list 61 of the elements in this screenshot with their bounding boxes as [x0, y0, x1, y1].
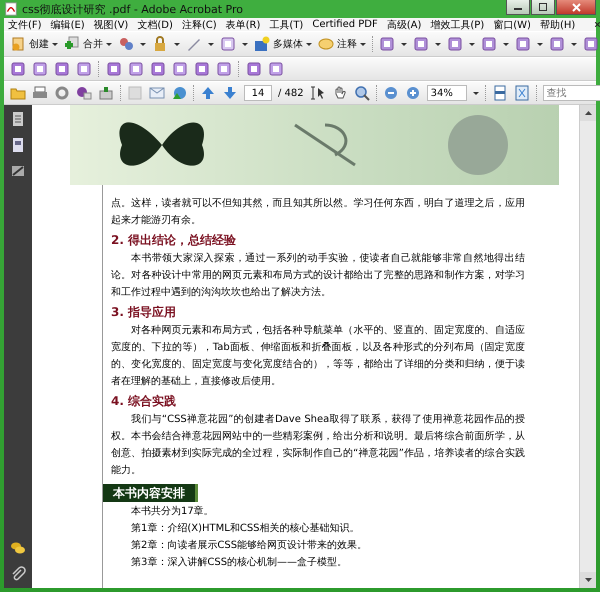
fit-page-icon[interactable] — [514, 85, 530, 101]
menu-item[interactable]: 工具(T) — [269, 18, 304, 32]
zoom-field[interactable]: 34% — [426, 85, 467, 101]
paragraph: 对各种网页元素和布局方式，包括各种导航菜单（水平的、竖直的、固定宽度的、自适应宽度的、下拉的等），Tab面板、伸缩面板和折叠面板，以及各种形式的分列布局（固定宽度的、变化宽度的、固定宽度与变化宽度结合的），等等，都给出了详细的分类和归纳，便于读者在理解的基础上，直接修改后使用。 — [111, 324, 525, 389]
down-triangle-icon — [584, 578, 592, 582]
up-triangle-icon — [584, 111, 592, 115]
zoom-in-icon[interactable] — [404, 85, 421, 101]
up-arrow-icon[interactable] — [200, 85, 216, 101]
form-icon[interactable] — [220, 36, 236, 52]
page-layout-icon[interactable] — [492, 85, 508, 101]
menu-item[interactable]: 帮助(H) — [540, 18, 576, 32]
menu-item[interactable]: 增效工具(P) — [430, 18, 484, 32]
close-button[interactable] — [556, 0, 596, 15]
menu-item[interactable]: Certified PDF — [312, 19, 378, 30]
close-icon[interactable] — [593, 20, 600, 29]
menu-item[interactable]: 注释(C) — [182, 18, 217, 32]
page-number-field[interactable]: 14 — [244, 85, 272, 101]
menu-item[interactable]: 表单(R) — [226, 18, 260, 32]
section-heading: 4. 综合实践 — [111, 393, 178, 409]
section-heading: 2. 得出结论，总结经验 — [111, 232, 238, 248]
toolbar-button[interactable]: 合并 — [64, 36, 112, 52]
document-icon — [10, 36, 26, 52]
lock-icon[interactable] — [152, 36, 168, 52]
zoom-icon[interactable] — [354, 85, 370, 101]
page-total: / 482 — [278, 88, 304, 98]
toolbar-button[interactable]: 注释 — [318, 36, 366, 52]
toolbar-button[interactable]: 多媒体 — [254, 36, 312, 52]
list-line: 本书共分为17章。 — [130, 504, 215, 519]
paragraph: 点。这样，读者就可以不但知其然，而且知其所以然。学习任何东西，明白了道理之后，应用起来才能游刃有余。 — [111, 196, 525, 228]
paragraph: 我们与“CSS禅意花园”的创建者Dave Shea取得了联系，获得了使用禅意花园作品的授权。本书会结合禅意花园网站中的一些精彩案例，给出分析和说明。最后将综合前面所学，从创意、拍摄素材到实际完成的全过程，实际制作自己的“禅意花园”作品，培养读者的综合实践能力。 — [111, 412, 525, 478]
paragraph: 本书带领大家深入探索，通过一系列的动手实验，使读者自己就能够非常自然地得出结论。对各种设计中常用的网页元素和布局方式的设计都给出了完整的思路和制作方案，对学习和工作过程中遇到的沟沟坎坎也给出了解决方法。 — [111, 252, 525, 300]
menu-item[interactable]: 高级(A) — [386, 18, 422, 32]
close-icon — [572, 2, 580, 12]
down-arrow-icon[interactable] — [222, 85, 238, 101]
toolbar-button[interactable]: 创建 — [10, 36, 58, 52]
paperclip-icon[interactable] — [10, 566, 26, 582]
menu-item[interactable]: 视图(V) — [94, 18, 128, 32]
list-line: 第3章：深入讲解CSS的核心机制——盒子模型。 — [130, 556, 348, 570]
minimize-button[interactable] — [506, 0, 530, 15]
menu-item[interactable]: 文件(F) — [8, 18, 42, 32]
menu-item[interactable]: 文档(D) — [137, 18, 173, 32]
maximize-icon — [539, 3, 547, 11]
print-icon[interactable] — [32, 85, 48, 101]
section-heading: 3. 指导应用 — [111, 304, 178, 320]
scroll-up-button[interactable] — [580, 105, 596, 121]
zoom-out-icon[interactable] — [382, 85, 399, 101]
window-title: css彻底设计研究 .pdf - Adobe Acrobat Pro — [22, 2, 244, 16]
document-icon[interactable] — [10, 137, 26, 153]
pages-icon[interactable] — [10, 111, 26, 127]
maximize-button[interactable] — [531, 0, 555, 15]
envelope-icon[interactable] — [149, 85, 165, 101]
menu-item[interactable]: 编辑(E) — [50, 18, 85, 32]
list-line: 第2章：向读者展示CSS能够给网页设计带来的效果。 — [130, 538, 368, 553]
menu-item[interactable]: 窗口(W) — [493, 18, 531, 32]
section-banner: 本书内容安排 — [103, 484, 198, 502]
scroll-down-button[interactable] — [580, 572, 596, 588]
add-plus-icon — [64, 36, 80, 52]
text-select-icon[interactable] — [310, 85, 326, 101]
search-field[interactable]: 查找 — [542, 85, 600, 101]
pdf-file-icon[interactable] — [4, 2, 18, 16]
list-line: 第1章：介绍(X)HTML和CSS相关的核心基础知识。 — [130, 522, 361, 536]
